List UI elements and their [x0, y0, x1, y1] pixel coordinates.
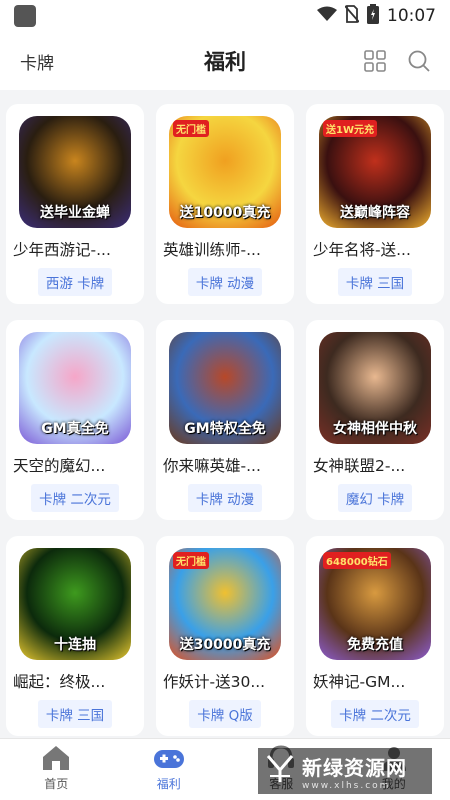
game-icon-badge: 无门槛 — [173, 120, 209, 137]
game-card[interactable]: GM特权全免你来嘛英雄-... 卡牌 动漫 — [156, 320, 294, 520]
game-card[interactable]: 送毕业金蝉少年西游记-... 西游 卡牌 — [6, 104, 144, 304]
home-icon — [41, 745, 71, 771]
game-icon-badge: 送1W元充 — [323, 120, 377, 137]
game-icon-badge: 648000钻石 — [323, 552, 391, 569]
game-icon[interactable]: 送1W元充送巅峰阵容 — [319, 116, 431, 228]
game-icon[interactable]: 648000钻石免费充值 — [319, 548, 431, 660]
battery-icon — [367, 3, 379, 29]
site-watermark: 新绿资源网 www.xlhs.com — [258, 748, 432, 794]
game-icon[interactable]: 无门槛送10000真充 — [169, 116, 281, 228]
game-card[interactable]: 送1W元充送巅峰阵容少年名将-送... 卡牌 三国 — [306, 104, 444, 304]
game-tags: 西游 卡牌 — [37, 268, 113, 296]
tab-welfare[interactable]: 福利 — [113, 739, 226, 800]
game-icon[interactable]: 无门槛送30000真充 — [169, 548, 281, 660]
game-icon-banner: GM特权全免 — [184, 421, 266, 437]
watermark-text: 新绿资源网 — [302, 755, 407, 780]
game-icon-banner: 送30000真充 — [179, 637, 271, 653]
game-card[interactable]: GM真全免天空的魔幻... 卡牌 二次元 — [6, 320, 144, 520]
game-tags: 卡牌 三国 — [337, 268, 413, 296]
watermark-url: www.xlhs.com — [302, 780, 391, 791]
game-name[interactable]: 妖神记-GM... — [313, 670, 437, 692]
game-icon[interactable]: GM特权全免 — [169, 332, 281, 444]
game-card[interactable]: 女神相伴中秋女神联盟2-... 魔幻 卡牌 — [306, 320, 444, 520]
game-tags: 卡牌 二次元 — [331, 700, 419, 728]
game-card[interactable]: 无门槛送10000真充英雄训练师-... 卡牌 动漫 — [156, 104, 294, 304]
game-icon[interactable]: 女神相伴中秋 — [319, 332, 431, 444]
game-name[interactable]: 你来嘛英雄-... — [163, 454, 287, 476]
game-name[interactable]: 天空的魔幻... — [13, 454, 137, 476]
game-icon[interactable]: 送毕业金蝉 — [19, 116, 131, 228]
game-name[interactable]: 女神联盟2-... — [313, 454, 437, 476]
grid-icon[interactable] — [362, 48, 388, 74]
game-tags: 魔幻 卡牌 — [337, 484, 413, 512]
tab-label: 福利 — [156, 777, 181, 791]
game-tags: 卡牌 动漫 — [187, 268, 263, 296]
game-card[interactable]: 十连抽崛起：终极... 卡牌 三国 — [6, 536, 144, 736]
game-icon-banner: 女神相伴中秋 — [333, 421, 417, 437]
game-grid: 送毕业金蝉 少年西游记-... 西游 卡牌 无门槛 送10000真充 英雄训练师-... 卡… — [6, 104, 446, 736]
gamepad-icon — [153, 745, 184, 771]
tab-label: 首页 — [44, 777, 69, 791]
search-icon[interactable] — [406, 48, 432, 74]
status-time: 10:07 — [387, 6, 436, 26]
game-tags: 卡牌 Q版 — [189, 700, 261, 728]
game-icon[interactable]: GM真全免 — [19, 332, 131, 444]
wifi-icon — [317, 6, 337, 27]
header: 卡牌 福利 — [0, 32, 450, 90]
game-icon-banner: 十连抽 — [54, 637, 96, 653]
game-tags: 卡牌 三国 — [37, 700, 113, 728]
game-name[interactable]: 崛起：终极... — [13, 670, 137, 692]
game-icon-banner: 送毕业金蝉 — [40, 205, 110, 221]
watermark-logo-icon — [266, 754, 294, 788]
game-icon-banner: 送10000真充 — [179, 205, 271, 221]
game-icon-banner: 免费充值 — [347, 637, 403, 653]
game-name[interactable]: 作妖计-送30... — [163, 670, 287, 692]
notification-icon — [14, 5, 36, 27]
game-tags: 卡牌 二次元 — [31, 484, 119, 512]
tab-home[interactable]: 首页 — [0, 739, 113, 800]
game-name[interactable]: 少年西游记-... — [13, 238, 137, 260]
game-icon-banner: GM真全免 — [41, 421, 109, 437]
game-icon-banner: 送巅峰阵容 — [340, 205, 410, 221]
game-card[interactable]: 无门槛送30000真充作妖计-送30... 卡牌 Q版 — [156, 536, 294, 736]
game-tags: 卡牌 动漫 — [187, 484, 263, 512]
game-card[interactable]: 648000钻石免费充值妖神记-GM... 卡牌 二次元 — [306, 536, 444, 736]
game-icon[interactable]: 十连抽 — [19, 548, 131, 660]
game-name[interactable]: 英雄训练师-... — [163, 238, 287, 260]
status-bar: 10:07 — [0, 0, 450, 32]
no-sim-icon — [344, 4, 360, 28]
status-icons: 10:07 — [317, 3, 436, 29]
game-name[interactable]: 少年名将-送... — [313, 238, 437, 260]
category-label[interactable]: 卡牌 — [20, 49, 54, 74]
game-icon-badge: 无门槛 — [173, 552, 209, 569]
